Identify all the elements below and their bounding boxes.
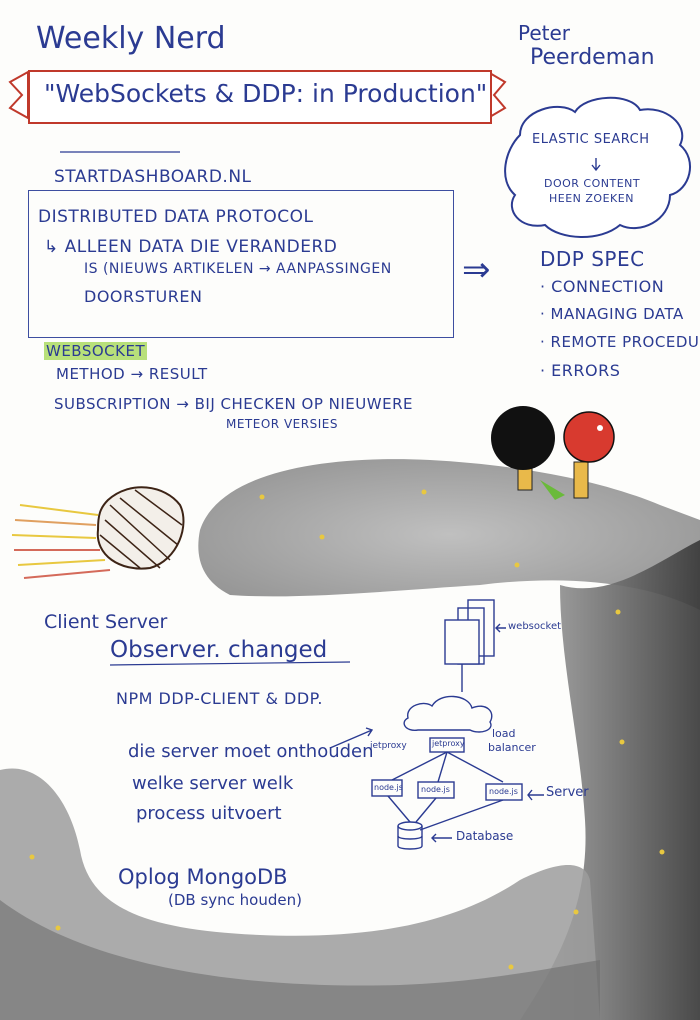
ddp-box-heading: DISTRIBUTED DATA PROTOCOL (38, 207, 314, 227)
websocket-label: WEBSOCKET (44, 342, 148, 360)
meteor-illustration (11, 486, 185, 579)
diagram-proxy-right: jetproxy (432, 739, 465, 748)
watercolor-cave-illustration (0, 70, 700, 1020)
oplog-note: (DB sync houden) (168, 891, 302, 909)
client-server-title: Client Server (44, 611, 168, 633)
websocket-highlight: WEBSOCKET (44, 342, 148, 360)
websocket-method: METHOD → RESULT (56, 365, 208, 383)
ddp-spec-item: · ERRORS (540, 361, 621, 380)
site-name: STARTDASHBOARD.NL (54, 167, 252, 187)
oplog-title: Oplog MongoDB (118, 865, 288, 889)
author-last-name: Peerdeman (530, 45, 655, 70)
diagram-node-2: node.js (421, 785, 450, 794)
arrow-to-spec: ⇒ (462, 250, 491, 290)
diagram-websocket-label: websocket (508, 621, 562, 632)
diagram-proxy-left: jetproxy (370, 741, 407, 751)
talk-title: "WebSockets & DDP: in Production" (44, 79, 488, 108)
server-note-3: process uitvoert (136, 803, 282, 824)
ddp-box-line-3: DOORSTUREN (84, 287, 203, 306)
elastic-line-1: ELASTIC SEARCH (532, 132, 650, 147)
diagram-database-label: Database (456, 829, 514, 843)
websocket-subscription: SUBSCRIPTION → BIJ CHECKEN OP NIEUWERE (54, 395, 413, 413)
diagram-node-1: node.js (374, 783, 403, 792)
ddp-spec-item: · REMOTE PROCEDURE (540, 333, 700, 351)
elastic-line-2: DOOR CONTENT (544, 177, 641, 190)
diagram-load-label-2: balancer (488, 741, 536, 754)
websocket-subscription-2: METEOR VERSIES (226, 417, 338, 431)
diagram-server-label: Server (546, 785, 589, 800)
ddp-spec-title: DDP SPEC (540, 247, 645, 271)
ddp-spec-item: · MANAGING DATA (540, 305, 684, 323)
ddp-spec-item: · CONNECTION (540, 277, 665, 296)
author-first-name: Peter (518, 21, 571, 45)
diagram-load-label-1: load (492, 727, 516, 740)
server-note-1: die server moet onthouden (128, 741, 374, 762)
ddp-box-line-1: ↳ ALLEEN DATA DIE VERANDERD (44, 237, 338, 257)
page-title: Weekly Nerd (36, 21, 226, 56)
architecture-diagram (329, 599, 544, 850)
elastic-line-3: HEEN ZOEKEN (549, 192, 634, 205)
server-note-2: welke server welk (132, 773, 294, 794)
observer-changed: Observer. changed (110, 637, 328, 663)
diagram-node-3: node.js (489, 787, 518, 796)
ddp-box-line-2: IS (NIEUWS ARTIKELEN → AANPASSINGEN (84, 261, 392, 277)
npm-packages: NPM DDP-CLIENT & DDP. (116, 689, 323, 708)
